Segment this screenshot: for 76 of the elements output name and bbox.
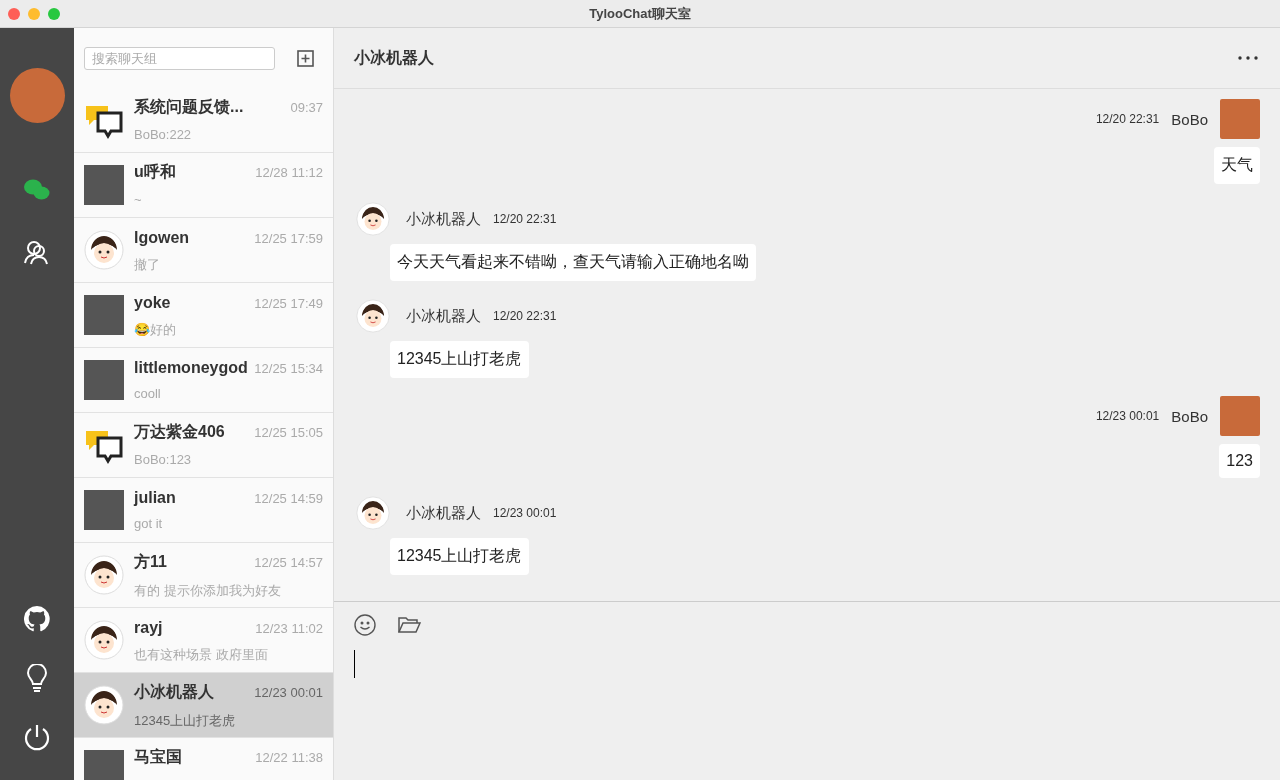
message-bubble: 天气	[1214, 147, 1260, 184]
folder-icon[interactable]	[398, 616, 421, 634]
message-time: 12/20 22:31	[1095, 112, 1160, 126]
photo-placeholder	[84, 165, 124, 205]
chat-name: yoke	[134, 293, 171, 312]
avatar-photo-placeholder	[1220, 99, 1260, 139]
sender-name: 小冰机器人	[406, 306, 481, 326]
chat-name: 系统问题反馈...	[134, 97, 244, 117]
avatar-photo-placeholder	[9, 68, 65, 123]
lightbulb-icon[interactable]	[26, 663, 48, 692]
more-icon[interactable]	[1238, 56, 1258, 60]
cartoon-avatar-icon	[84, 620, 124, 660]
chat-time: 12/25 17:49	[254, 295, 323, 311]
chat-list-item[interactable]: 小冰机器人 12/23 00:01 12345上山打老虎	[74, 673, 333, 738]
emoji-icon[interactable]	[354, 614, 376, 636]
message-time: 12/23 00:01	[493, 506, 557, 520]
chat-name: 万达紫金406	[134, 422, 225, 442]
chat-preview: 也有这种场景 政府里面	[134, 645, 269, 662]
chat-preview: got it	[134, 515, 164, 532]
github-icon[interactable]	[24, 605, 50, 632]
sender-name: BoBo	[1171, 407, 1208, 425]
search-field[interactable]: 搜索聊天组	[84, 46, 275, 70]
cartoon-avatar-icon	[84, 555, 124, 595]
chat-name: 方11	[134, 552, 167, 572]
chat-name: rayj	[134, 618, 163, 637]
message-time: 12/20 22:31	[493, 309, 557, 323]
cartoon-avatar-icon	[356, 299, 390, 333]
chat-time: 12/25 15:34	[254, 360, 323, 376]
message-bubble: 12345上山打老虎	[390, 538, 529, 575]
photo-placeholder	[84, 750, 124, 780]
chat-time: 12/25 15:05	[254, 425, 323, 440]
cartoon-avatar-icon	[84, 230, 124, 270]
power-icon[interactable]	[23, 722, 51, 751]
chat-time: 12/25 17:59	[254, 230, 323, 246]
photo-placeholder	[84, 360, 124, 400]
message-bubble: 12345上山打老虎	[390, 341, 529, 378]
sender-name: 小冰机器人	[406, 503, 481, 523]
chat-time: 12/22 11:38	[255, 750, 323, 765]
message-time: 12/20 22:31	[493, 212, 557, 226]
chat-preview: 有的 提示你添加我为好友	[134, 582, 282, 598]
chat-preview: cooll	[134, 385, 162, 402]
chat-time: 12/25 14:59	[254, 490, 323, 506]
chat-preview: BoBo:123	[134, 452, 193, 468]
cartoon-avatar-icon	[84, 685, 124, 725]
cartoon-avatar-icon	[356, 496, 390, 530]
chat-name: lgowen	[134, 228, 190, 247]
photo-placeholder	[84, 490, 124, 530]
chat-name: u呼和	[134, 162, 176, 182]
chat-name: littlemoneygod	[134, 358, 248, 377]
close-button[interactable]	[8, 7, 20, 20]
chat-preview: BoBo:222	[134, 127, 193, 143]
chat-time: 12/23 11:02	[255, 620, 323, 636]
message-bubble: 今天天气看起来不错呦，查天气请输入正确地名呦	[390, 244, 756, 281]
message-bubble: 123	[1219, 444, 1260, 478]
photo-placeholder	[84, 295, 124, 335]
message-time: 12/23 00:01	[1095, 409, 1160, 423]
sender-name: 小冰机器人	[406, 209, 481, 229]
chat-preview: ~	[134, 192, 143, 208]
chat-preview: 12345上山打老虎	[134, 712, 237, 728]
chat-bubbles-icon[interactable]	[23, 178, 51, 202]
contacts-icon[interactable]	[24, 239, 50, 265]
cartoon-avatar-icon	[356, 202, 390, 236]
chat-time: 12/23 00:01	[254, 685, 323, 700]
window-title: TylooChat聊天室	[589, 5, 691, 21]
chat-preview: 😂好的	[134, 320, 177, 337]
chat-preview: 撤了	[134, 255, 161, 272]
chat-time: 12/28 11:12	[255, 165, 323, 180]
chat-name: 小冰机器人	[134, 682, 214, 702]
chat-name: julian	[134, 488, 176, 507]
chat-time: 12/25 14:57	[254, 555, 323, 570]
chat-time: 09:37	[290, 100, 323, 115]
chat-title: 小冰机器人	[354, 47, 434, 68]
sender-name: BoBo	[1171, 110, 1208, 128]
add-icon[interactable]	[297, 49, 314, 67]
chat-name: 马宝国	[134, 747, 182, 767]
avatar-photo-placeholder	[1220, 396, 1260, 436]
